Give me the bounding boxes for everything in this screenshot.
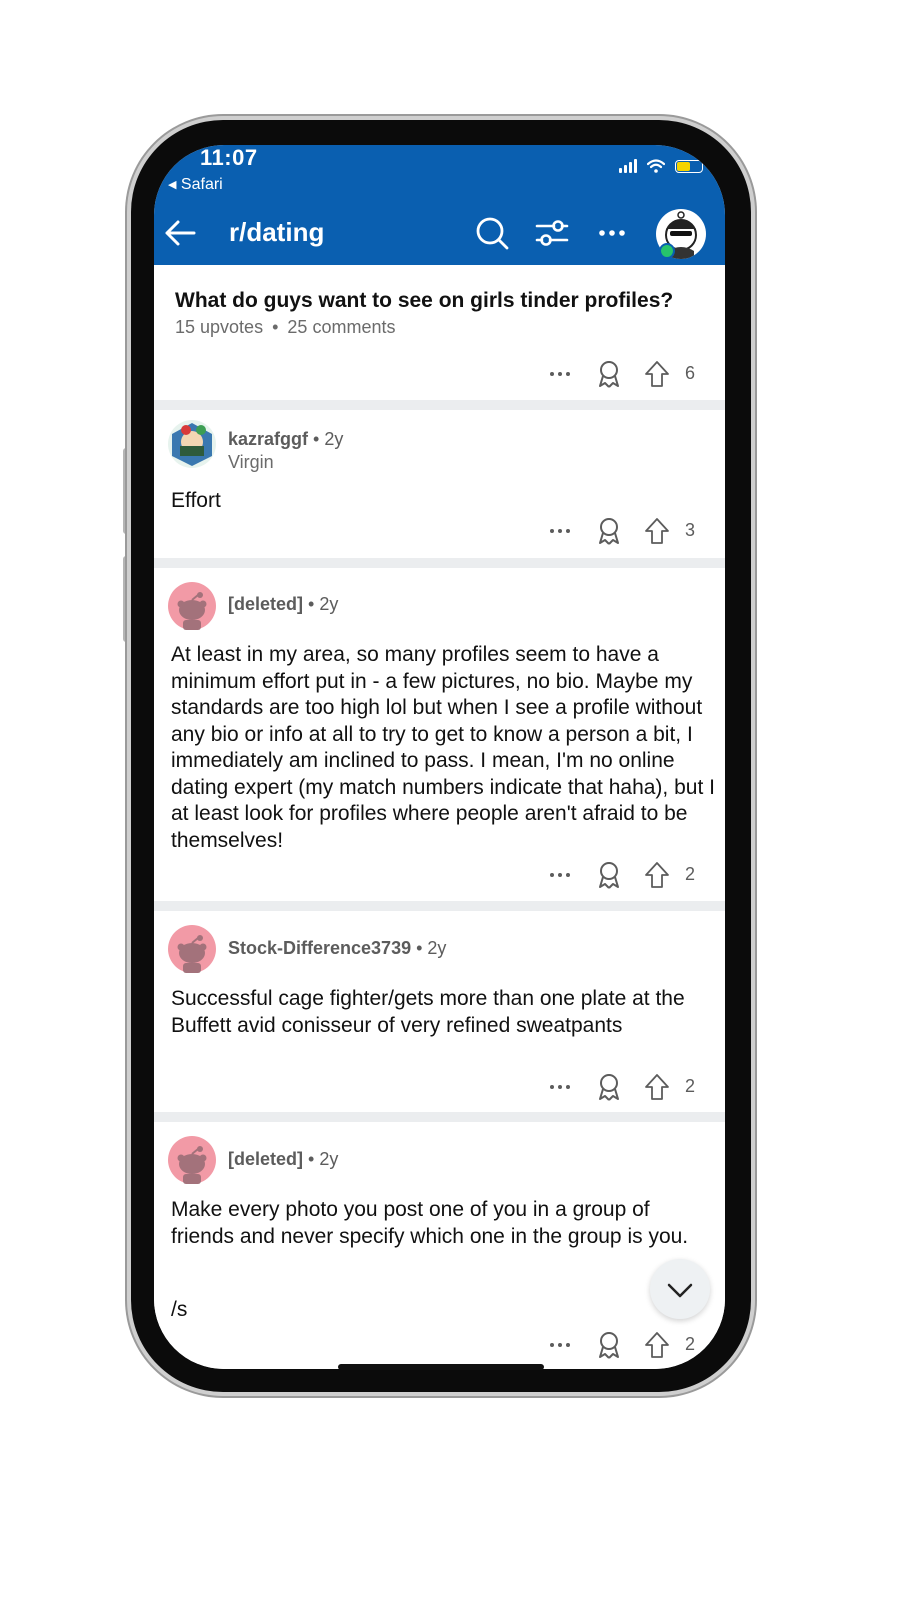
- more-icon[interactable]: [545, 1072, 575, 1102]
- comment-actions: 2: [545, 860, 725, 890]
- comment-count: 25 comments: [287, 317, 396, 337]
- vote-count: 6: [685, 363, 696, 383]
- vote-count: 2: [685, 1076, 696, 1096]
- upvote-count: 15 upvotes: [175, 317, 264, 337]
- online-status-dot: [659, 243, 675, 259]
- vote-count: 2: [685, 864, 696, 884]
- comment-body: Successful cage fighter/gets more than o…: [171, 987, 685, 1037]
- status-icons: [619, 159, 703, 173]
- snoo-default-icon: [177, 935, 207, 973]
- more-icon[interactable]: [545, 1330, 575, 1360]
- comment-actions: 3: [545, 516, 725, 546]
- comment-author[interactable]: [deleted] • 2y: [228, 594, 338, 615]
- post-card[interactable]: What do guys want to see on girls tinder…: [154, 265, 725, 400]
- filter-icon[interactable]: [534, 215, 570, 251]
- post-meta: 15 upvotes • 25 comments: [175, 317, 395, 338]
- username[interactable]: kazrafggf: [228, 429, 308, 449]
- upvote-arrow-icon[interactable]: [643, 516, 671, 546]
- battery-level: [677, 161, 691, 171]
- avatar[interactable]: [168, 420, 216, 468]
- volume-up-button: [123, 448, 129, 534]
- award-icon[interactable]: [595, 860, 623, 890]
- phone-screen: 11:07 ◀ Safari r/dating What do guys wan…: [154, 145, 725, 1369]
- chevron-down-icon: [667, 1283, 693, 1298]
- upvote-arrow-icon[interactable]: [643, 1072, 671, 1102]
- snoo-default-icon: [177, 1146, 207, 1184]
- vote-count: 2: [685, 1334, 696, 1354]
- snoo-default-icon: [177, 592, 207, 630]
- user-flair: Virgin: [228, 452, 274, 472]
- comment-author[interactable]: Stock-Difference3739 • 2y: [228, 938, 446, 959]
- more-icon[interactable]: [545, 860, 575, 890]
- comment-card[interactable]: Stock-Difference3739 • 2y Successful cag…: [154, 911, 725, 1112]
- power-button: [751, 478, 757, 618]
- cellular-signal-icon: [619, 159, 637, 173]
- more-icon[interactable]: [545, 516, 575, 546]
- subreddit-title[interactable]: r/dating: [229, 217, 324, 248]
- back-triangle-icon: ◀: [168, 179, 177, 191]
- status-time: 11:07: [200, 145, 258, 170]
- comment-body-suffix: /s: [171, 1298, 188, 1321]
- comment-actions: 2: [545, 1330, 725, 1360]
- back-arrow-icon[interactable]: [162, 215, 198, 251]
- custom-avatar-icon: [172, 423, 212, 466]
- upvote-arrow-icon[interactable]: [643, 860, 671, 890]
- comment-body: At least in my area, so many profiles se…: [171, 643, 715, 852]
- comment-age: • 2y: [416, 938, 447, 958]
- award-icon[interactable]: [595, 516, 623, 546]
- post-actions: 6: [545, 359, 725, 389]
- comment-actions: 2: [545, 1072, 725, 1102]
- back-app-label: Safari: [180, 176, 223, 193]
- back-to-safari[interactable]: ◀ Safari: [168, 176, 223, 194]
- app-bar: 11:07 ◀ Safari r/dating: [154, 145, 725, 265]
- award-icon[interactable]: [595, 1330, 623, 1360]
- meta-separator: •: [272, 317, 279, 337]
- nav-row: r/dating: [154, 209, 725, 259]
- volume-down-button: [123, 556, 129, 642]
- avatar[interactable]: [168, 1136, 216, 1184]
- upvote-arrow-icon[interactable]: [643, 1330, 671, 1360]
- home-indicator[interactable]: [338, 1364, 544, 1370]
- comment-card[interactable]: kazrafggf • 2y Virgin Effort 3: [154, 410, 725, 558]
- username[interactable]: [deleted]: [228, 1149, 303, 1169]
- username[interactable]: Stock-Difference3739: [228, 938, 411, 958]
- next-comment-button[interactable]: [650, 1259, 710, 1319]
- post-title[interactable]: What do guys want to see on girls tinder…: [175, 289, 673, 313]
- comment-age: • 2y: [308, 1149, 339, 1169]
- comment-age: • 2y: [313, 429, 344, 449]
- avatar[interactable]: [168, 582, 216, 630]
- comment-author[interactable]: kazrafggf • 2y: [228, 429, 343, 450]
- more-icon[interactable]: [545, 359, 575, 389]
- comment-body: Effort: [171, 489, 221, 512]
- avatar[interactable]: [168, 925, 216, 973]
- comment-author[interactable]: [deleted] • 2y: [228, 1149, 338, 1170]
- username[interactable]: [deleted]: [228, 594, 303, 614]
- battery-icon: [675, 159, 703, 173]
- vote-count: 3: [685, 520, 696, 540]
- comment-age: • 2y: [308, 594, 339, 614]
- comment-card[interactable]: [deleted] • 2y Make every photo you post…: [154, 1122, 725, 1369]
- more-icon[interactable]: [594, 215, 630, 251]
- award-icon[interactable]: [595, 359, 623, 389]
- upvote-arrow-icon[interactable]: [643, 359, 671, 389]
- award-icon[interactable]: [595, 1072, 623, 1102]
- wifi-icon: [647, 159, 665, 173]
- comment-body: Make every photo you post one of you in …: [171, 1198, 689, 1248]
- search-icon[interactable]: [474, 215, 510, 251]
- comment-card[interactable]: [deleted] • 2y At least in my area, so m…: [154, 568, 725, 901]
